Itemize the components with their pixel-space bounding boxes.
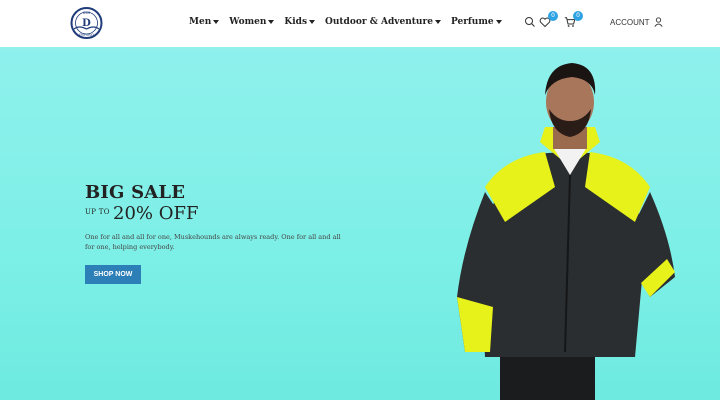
account-link[interactable]: ACCOUNT <box>610 17 663 27</box>
nav-item-outdoor-adventure[interactable]: Outdoor & Adventure <box>325 17 441 27</box>
svg-text:DSS: DSS <box>83 11 91 15</box>
caret-down-icon <box>434 20 441 24</box>
hero-discount: 20% OFF <box>113 203 199 224</box>
nav-item-label: Men <box>189 17 212 27</box>
brand-logo[interactable]: D DSS EMPORIO <box>69 5 104 41</box>
nav-item-perfume[interactable]: Perfume <box>451 17 502 27</box>
nav-item-kids[interactable]: Kids <box>284 17 316 27</box>
caret-down-icon <box>309 20 316 24</box>
svg-text:D: D <box>82 18 91 29</box>
account-label: ACCOUNT <box>610 17 650 27</box>
nav-item-women[interactable]: Women <box>229 17 275 27</box>
caret-down-icon <box>268 20 275 24</box>
hero-upto-label: UP TO <box>85 208 110 216</box>
nav-item-label: Outdoor & Adventure <box>325 17 433 27</box>
cart-button[interactable]: 0 <box>564 11 583 28</box>
svg-text:EMPORIO: EMPORIO <box>79 33 94 37</box>
hero-banner: BIG SALE UP TO 20% OFF One for all and a… <box>0 47 720 400</box>
caret-down-icon <box>213 20 220 24</box>
shop-now-button[interactable]: SHOP NOW <box>85 265 141 284</box>
search-icon[interactable] <box>524 16 536 28</box>
nav-item-men[interactable]: Men <box>189 17 220 27</box>
logo-emblem-icon: D DSS EMPORIO <box>70 7 103 39</box>
wishlist-button[interactable]: 0 <box>539 11 558 28</box>
nav-item-label: Kids <box>284 17 308 27</box>
cart-count-badge: 0 <box>573 11 583 21</box>
hero-description: One for all and all for one, Muskehounds… <box>85 233 341 251</box>
nav-item-label: Women <box>229 17 267 27</box>
caret-down-icon <box>495 20 502 24</box>
nav-item-label: Perfume <box>450 17 494 27</box>
wishlist-count-badge: 0 <box>548 11 558 21</box>
main-nav: Men Women Kids Outdoor & Adventure Perfu… <box>189 17 502 27</box>
hero-title: BIG SALE <box>85 182 186 203</box>
user-icon <box>653 17 663 27</box>
hero-model-image <box>445 47 690 400</box>
site-header: D DSS EMPORIO Men Women Kids Outdoor & A… <box>0 0 720 47</box>
